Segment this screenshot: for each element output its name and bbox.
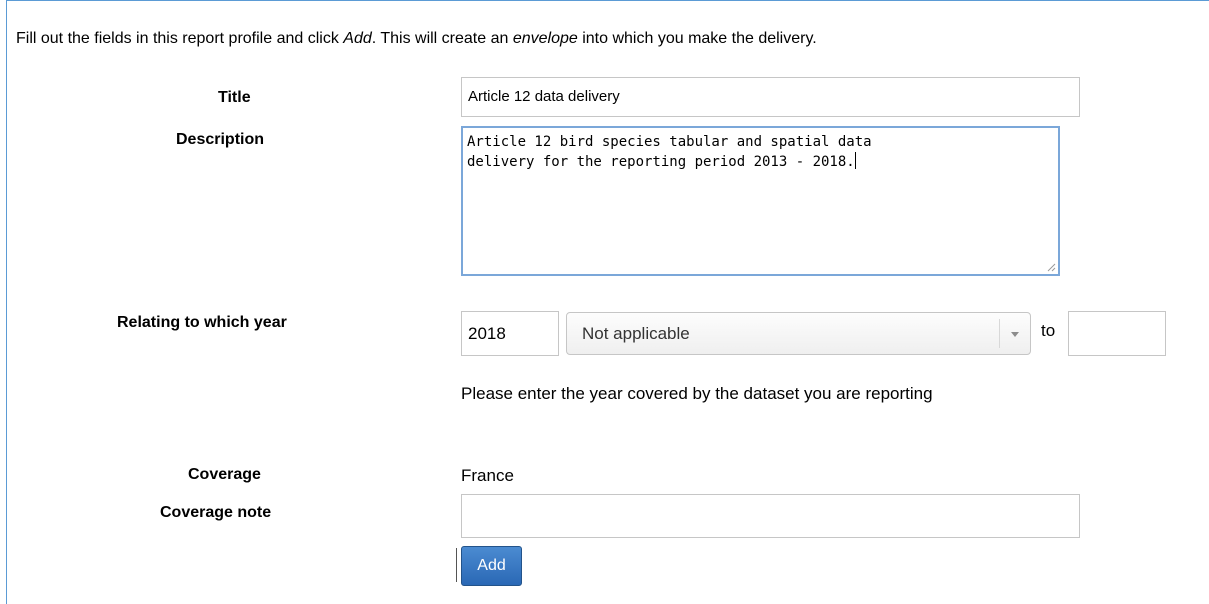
year-help-text: Please enter the year covered by the dat… bbox=[461, 384, 933, 403]
coverage-label: Coverage bbox=[188, 466, 261, 483]
coverage-note-input[interactable] bbox=[461, 494, 1080, 538]
description-textarea[interactable]: Article 12 bird species tabular and spat… bbox=[461, 126, 1060, 276]
title-label: Title bbox=[218, 89, 251, 106]
coverage-note-label: Coverage note bbox=[160, 504, 272, 521]
year-label: Relating to which year bbox=[117, 314, 287, 331]
add-button[interactable]: Add bbox=[461, 546, 522, 586]
year-range-select[interactable]: Not applicable bbox=[566, 312, 1031, 355]
year-range-selected: Not applicable bbox=[582, 324, 690, 343]
year-input[interactable]: 2018 bbox=[461, 311, 559, 356]
text-caret bbox=[854, 152, 856, 169]
chevron-down-icon bbox=[1011, 332, 1019, 337]
focus-marker bbox=[456, 548, 457, 582]
select-divider bbox=[999, 319, 1000, 348]
coverage-value: France bbox=[461, 466, 514, 485]
end-year-input[interactable] bbox=[1068, 311, 1166, 356]
title-input[interactable]: Article 12 data delivery bbox=[461, 77, 1080, 117]
to-label: to bbox=[1041, 321, 1056, 340]
description-text: Article 12 bird species tabular and spat… bbox=[467, 134, 872, 170]
resize-handle-icon[interactable] bbox=[1047, 263, 1056, 272]
intro-text: Fill out the fields in this report profi… bbox=[16, 30, 817, 47]
description-label: Description bbox=[176, 131, 265, 148]
